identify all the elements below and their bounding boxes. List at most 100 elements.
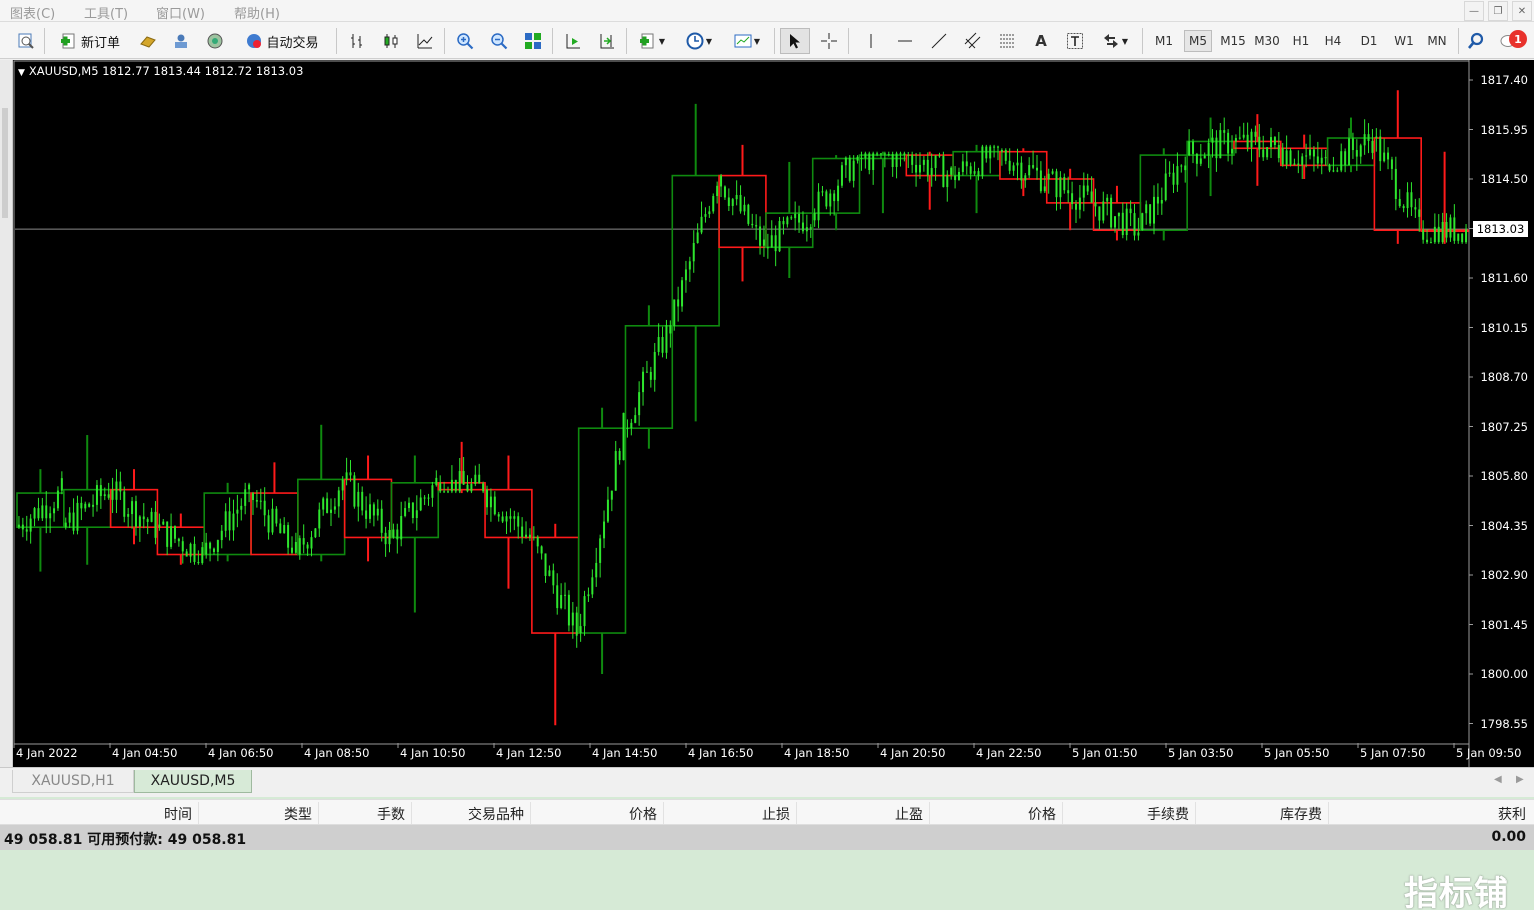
time-tick-label: 4 Jan 22:50 [976,746,1042,760]
gold-bar-icon [140,36,156,48]
equidistant-channel-button[interactable] [960,28,986,54]
restore-button[interactable]: ❐ [1488,1,1508,21]
market-button[interactable] [135,28,161,54]
m5-candle-body [1285,150,1288,165]
timeframe-h4[interactable]: H4 [1320,30,1346,52]
tab-scroll-right-icon[interactable]: ▶ [1516,774,1524,785]
m5-candle-body [1067,190,1070,194]
cursor-tool-button[interactable] [780,28,810,54]
col-stop-loss[interactable]: 止损 [762,804,790,824]
signals-button[interactable] [202,28,228,54]
m5-candle-body [989,146,992,159]
tab-scroll-left-icon[interactable]: ◀ [1494,774,1502,785]
vertical-line-tool-button[interactable] [858,28,884,54]
m5-candle-body [1203,155,1206,159]
menu-window[interactable]: 窗口(W) [156,3,205,22]
menu-help[interactable]: 帮助(H) [234,3,280,22]
watermark-logo: 指标铺 [1404,874,1509,910]
menu-tools[interactable]: 工具(T) [84,3,128,22]
m5-candle-body [1176,166,1179,185]
chart-tabs: XAUUSD,H1 XAUUSD,M5 ◀ ▶ [0,767,1534,793]
col-take-profit[interactable]: 止盈 [895,804,923,824]
periods-button[interactable]: ▼ [680,28,718,54]
h1-candle-box [109,488,159,529]
timeframe-mn[interactable]: MN [1422,30,1452,52]
arrows-tool-button[interactable]: ▼ [1096,28,1134,54]
m5-candle-body [450,479,453,492]
m5-candle-body [1332,170,1335,172]
m5-candle-body [961,161,964,172]
m5-candle-body [747,204,750,224]
zoom-out-button[interactable] [486,28,512,54]
m5-candle-body [911,154,914,165]
m5-candle-body [411,502,414,519]
crosshair-tool-button[interactable] [816,28,842,54]
col-profit[interactable]: 获利 [1498,804,1526,824]
tile-windows-button[interactable] [520,28,546,54]
templates-button[interactable]: ▼ [728,28,766,54]
left-splitter[interactable] [0,60,13,767]
balance-row[interactable]: 49 058.81 可用预付款: 49 058.81 0.00 [0,825,1534,850]
m5-candle-body [1242,134,1245,138]
col-swap[interactable]: 库存费 [1280,804,1322,824]
timeframe-h1[interactable]: H1 [1288,30,1314,52]
m5-candle-body [876,153,879,155]
minimize-button[interactable]: — [1464,1,1484,21]
col-type[interactable]: 类型 [284,804,312,824]
m5-candle-body [638,392,641,416]
m5-candle-body [673,299,676,326]
new-order-button[interactable]: 新订单 [52,28,128,54]
col-symbol[interactable]: 交易品种 [468,804,524,824]
timeframe-w1[interactable]: W1 [1390,30,1418,52]
indicators-button[interactable]: ▼ [634,28,670,54]
bar-chart-button[interactable] [344,28,370,54]
magnifier-chart-icon [18,33,34,49]
data-window-button[interactable] [168,28,194,54]
col-current-price[interactable]: 价格 [1028,804,1056,824]
candle-chart-button[interactable] [378,28,404,54]
dropdown-arrow-icon: ▼ [658,36,666,46]
m5-candle-body [193,543,196,562]
zoom-in-icon [457,33,474,50]
line-chart-button[interactable] [412,28,438,54]
horizontal-line-tool-button[interactable] [892,28,918,54]
m5-candle-body [723,186,726,198]
menu-charts[interactable]: 图表(C) [10,3,55,22]
timeframe-m5[interactable]: M5 [1184,30,1212,52]
m5-candle-body [762,239,765,246]
col-commission[interactable]: 手续费 [1147,804,1189,824]
search-button[interactable] [1464,28,1488,54]
chart-shift-button[interactable] [594,28,620,54]
tab-xauusd-m5[interactable]: XAUUSD,M5 [134,770,252,793]
timeframe-m15[interactable]: M15 [1218,30,1248,52]
price-chart[interactable]: ▼ XAUUSD,M5 1812.77 1813.44 1812.72 1813.… [13,60,1534,767]
text-tool-button[interactable]: A [1028,28,1054,54]
chart-properties-button[interactable] [12,28,40,54]
col-time[interactable]: 时间 [164,804,192,824]
close-button[interactable]: ✕ [1512,1,1532,21]
m5-candle-body [1293,163,1296,165]
m5-candle-body [1305,155,1308,157]
m5-candle-body [287,525,290,548]
timeframe-m30[interactable]: M30 [1252,30,1282,52]
m5-candle-body [103,494,106,497]
auto-trading-button[interactable]: 自动交易 [236,28,328,54]
collapse-triangle-icon[interactable]: ▼ [18,68,25,78]
col-price[interactable]: 价格 [629,804,657,824]
m5-candle-body [872,153,875,171]
fibonacci-tool-button[interactable] [994,28,1020,54]
text-label-tool-button[interactable] [1062,28,1088,54]
timeframe-d1[interactable]: D1 [1356,30,1382,52]
autoscroll-button[interactable] [560,28,586,54]
m5-candle-body [759,226,762,246]
zoom-in-button[interactable] [452,28,478,54]
m5-candle-body [864,153,867,158]
m5-candle-body [1441,221,1444,243]
m5-candle-body [583,596,586,627]
col-volume[interactable]: 手数 [377,804,405,824]
trendline-tool-button[interactable] [926,28,952,54]
m5-candle-body [361,491,364,511]
tab-xauusd-h1[interactable]: XAUUSD,H1 [12,770,134,793]
timeframe-m1[interactable]: M1 [1150,30,1178,52]
m5-candle-body [665,325,668,353]
